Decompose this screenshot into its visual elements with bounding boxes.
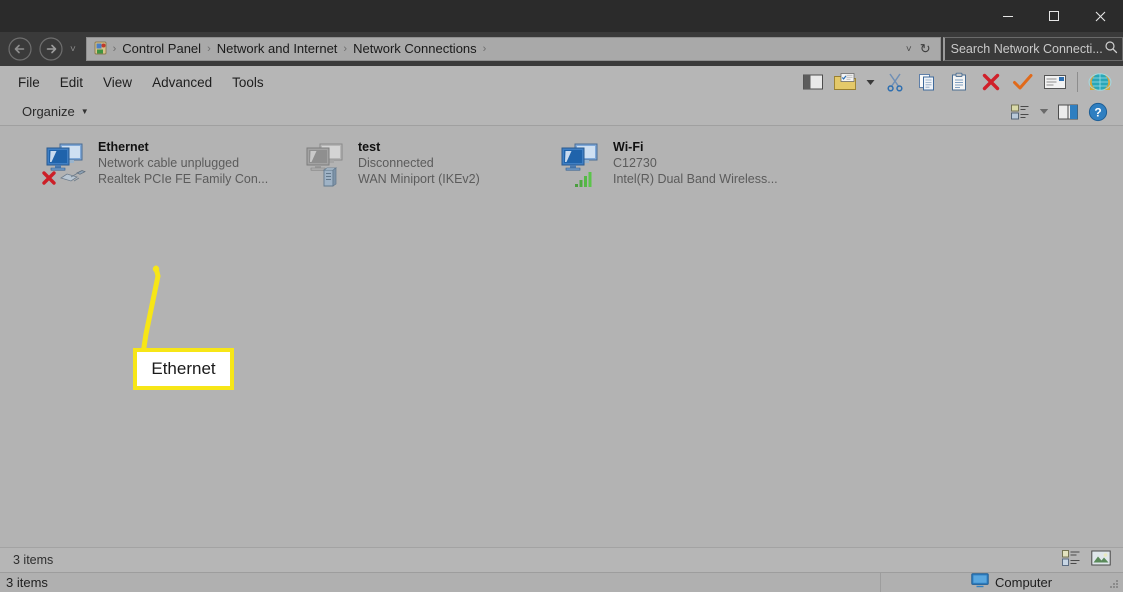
- status-item-count: 3 items: [13, 553, 54, 567]
- connection-status: C12730: [613, 156, 657, 170]
- close-button[interactable]: [1077, 0, 1123, 32]
- confirm-checkmark-icon[interactable]: [1008, 69, 1038, 95]
- connection-status: Network cable unplugged: [98, 156, 240, 170]
- taskbar-item-count: 3 items: [6, 575, 48, 590]
- breadcrumb-separator: ›: [482, 43, 487, 55]
- menu-toolbar-icons: [798, 69, 1123, 95]
- list-item-texts: test Disconnected WAN Miniport (IKEv2): [352, 138, 480, 188]
- maximize-button[interactable]: [1031, 0, 1077, 32]
- list-item-texts: Ethernet Network cable unplugged Realtek…: [92, 138, 268, 188]
- command-bar-right-icons: ?: [1007, 101, 1123, 123]
- view-dropdown-caret[interactable]: [1037, 101, 1051, 123]
- connection-device: Realtek PCIe FE Family Con...: [98, 172, 269, 186]
- menu-items: File Edit View Advanced Tools: [0, 72, 274, 93]
- search-input[interactable]: Search Network Connecti...: [942, 37, 1123, 61]
- command-bar: Organize ▼ ?: [0, 98, 1123, 126]
- annotation-callout: Ethernet: [133, 348, 234, 390]
- change-view-icon[interactable]: [1007, 101, 1033, 123]
- copy-icon[interactable]: [912, 69, 942, 95]
- minimize-button[interactable]: [985, 0, 1031, 32]
- delete-red-x-icon[interactable]: [976, 69, 1006, 95]
- computer-status[interactable]: Computer: [881, 572, 1123, 592]
- annotation-label: Ethernet: [151, 359, 216, 378]
- search-icon: [1104, 40, 1118, 59]
- rename-icon[interactable]: [1040, 69, 1070, 95]
- list-item[interactable]: test Disconnected WAN Miniport (IKEv2): [300, 138, 560, 188]
- status-bar: 3 items: [0, 547, 1123, 572]
- resize-grip[interactable]: [1108, 578, 1120, 590]
- connection-device: WAN Miniport (IKEv2): [358, 172, 480, 186]
- organize-button[interactable]: Organize ▼: [14, 102, 97, 121]
- large-icons-view-icon[interactable]: [1091, 550, 1111, 571]
- address-bar-row: ˅ › Control Panel › Network and Internet…: [0, 32, 1123, 66]
- toolbar-divider: [1077, 72, 1078, 92]
- preview-pane-icon[interactable]: [1055, 101, 1081, 123]
- folder-options-icon[interactable]: [830, 69, 860, 95]
- menu-edit[interactable]: Edit: [50, 72, 93, 93]
- cut-scissors-icon[interactable]: [880, 69, 910, 95]
- connection-device: Intel(R) Dual Band Wireless...: [613, 172, 778, 186]
- help-icon[interactable]: ?: [1085, 101, 1111, 123]
- menu-bar: File Edit View Advanced Tools: [0, 66, 1123, 98]
- taskbar-status-bar: 3 items Computer: [0, 572, 1123, 592]
- list-item-texts: Wi-Fi C12730 Intel(R) Dual Band Wireless…: [607, 138, 778, 188]
- wireless-adapter-icon: [555, 140, 607, 188]
- connection-status: Disconnected: [358, 156, 434, 170]
- organize-label: Organize: [22, 104, 75, 119]
- breadcrumb-network-and-internet[interactable]: Network and Internet: [212, 38, 343, 60]
- menu-tools[interactable]: Tools: [222, 72, 274, 93]
- menu-file[interactable]: File: [8, 72, 50, 93]
- list-item[interactable]: Ethernet Network cable unplugged Realtek…: [40, 138, 300, 188]
- folder-options-caret[interactable]: [862, 69, 878, 95]
- refresh-icon[interactable]: ↻: [918, 41, 938, 57]
- connections-list: Ethernet Network cable unplugged Realtek…: [0, 126, 1123, 547]
- list-item[interactable]: Wi-Fi C12730 Intel(R) Dual Band Wireless…: [555, 138, 855, 188]
- forward-button[interactable]: [37, 35, 64, 63]
- menu-view[interactable]: View: [93, 72, 142, 93]
- file-explorer-window: ˅ › Control Panel › Network and Internet…: [0, 0, 1123, 592]
- globe-icon[interactable]: [1085, 69, 1115, 95]
- paste-icon[interactable]: [944, 69, 974, 95]
- layout-pane-icon[interactable]: [798, 69, 828, 95]
- address-dropdown-caret[interactable]: ˅: [900, 44, 918, 55]
- title-bar: [0, 0, 1123, 32]
- breadcrumb-network-connections[interactable]: Network Connections: [348, 38, 482, 60]
- taskbar-left: 3 items: [0, 573, 880, 592]
- menu-advanced[interactable]: Advanced: [142, 72, 222, 93]
- details-view-icon[interactable]: [1062, 549, 1081, 571]
- connection-name: Wi-Fi: [613, 140, 644, 154]
- computer-label: Computer: [995, 575, 1053, 590]
- status-bar-view-icons: [1062, 549, 1123, 571]
- recent-locations-caret[interactable]: ˅: [64, 35, 81, 63]
- address-bar[interactable]: › Control Panel › Network and Internet ›…: [85, 37, 941, 61]
- network-adapter-icon: [40, 140, 92, 188]
- connection-name: Ethernet: [98, 140, 149, 154]
- search-placeholder: Search Network Connecti...: [950, 42, 1103, 56]
- connection-name: test: [358, 140, 381, 154]
- breadcrumb-control-panel[interactable]: Control Panel: [117, 38, 206, 60]
- chevron-down-icon: ▼: [80, 107, 89, 116]
- control-panel-icon: [92, 40, 110, 58]
- annotation-leader-line: [140, 265, 161, 356]
- svg-text:?: ?: [1094, 105, 1101, 119]
- computer-monitor-icon: [971, 572, 989, 592]
- vpn-connection-icon: [300, 140, 352, 188]
- back-button[interactable]: [6, 35, 33, 63]
